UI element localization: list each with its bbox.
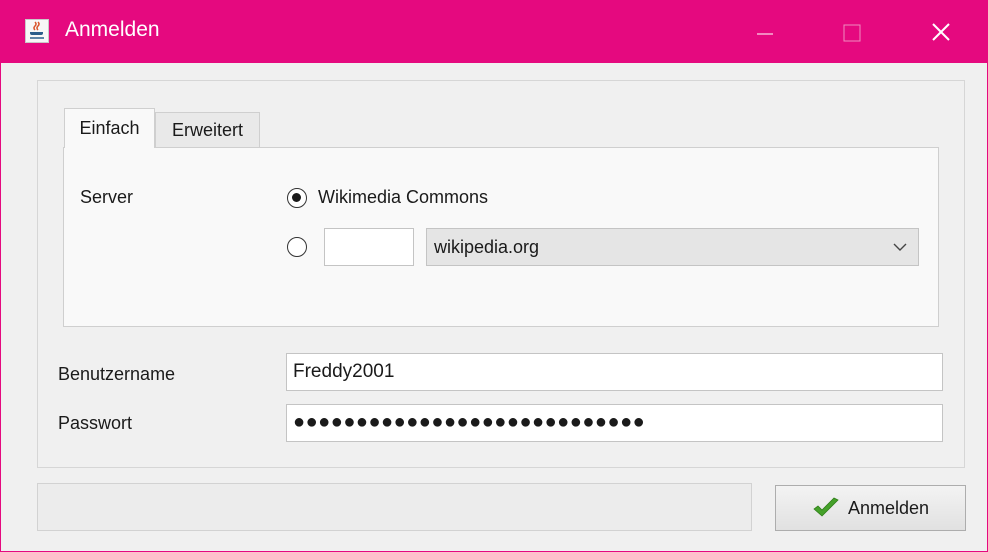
radio-custom-server[interactable] bbox=[287, 237, 307, 257]
checkmark-icon bbox=[813, 497, 839, 517]
tab-einfach[interactable]: Einfach bbox=[64, 108, 155, 148]
title-bar[interactable]: Anmelden bbox=[1, 1, 987, 63]
username-label: Benutzername bbox=[58, 364, 176, 384]
wikimedia-commons-label[interactable]: Wikimedia Commons bbox=[318, 187, 488, 208]
server-label: Server bbox=[80, 187, 134, 207]
username-input[interactable]: Freddy2001 bbox=[286, 353, 943, 391]
maximize-icon bbox=[843, 24, 861, 42]
minimize-button[interactable] bbox=[735, 1, 795, 63]
close-icon bbox=[932, 23, 950, 41]
domain-select-value: wikipedia.org bbox=[434, 237, 540, 257]
window-title: Anmelden bbox=[65, 18, 160, 41]
close-button[interactable] bbox=[911, 1, 971, 63]
custom-prefix-input[interactable] bbox=[324, 228, 414, 266]
tab-erweitert[interactable]: Erweitert bbox=[155, 112, 260, 148]
domain-select[interactable]: wikipedia.org bbox=[426, 228, 919, 266]
minimize-icon bbox=[757, 33, 773, 35]
chevron-down-icon bbox=[893, 243, 907, 251]
login-dialog: Anmelden Einfach Erweitert Server Wikime… bbox=[0, 0, 988, 552]
status-area bbox=[37, 483, 752, 531]
radio-selected-dot bbox=[292, 193, 301, 202]
java-cup-icon bbox=[25, 19, 49, 43]
radio-wikimedia-commons[interactable] bbox=[287, 188, 307, 208]
password-input[interactable]: ●●●●●●●●●●●●●●●●●●●●●●●●●●●● bbox=[286, 404, 943, 442]
login-button[interactable]: Anmelden bbox=[775, 485, 966, 531]
maximize-button[interactable] bbox=[822, 1, 882, 63]
login-button-label: Anmelden bbox=[847, 497, 930, 518]
password-label: Passwort bbox=[58, 413, 133, 433]
